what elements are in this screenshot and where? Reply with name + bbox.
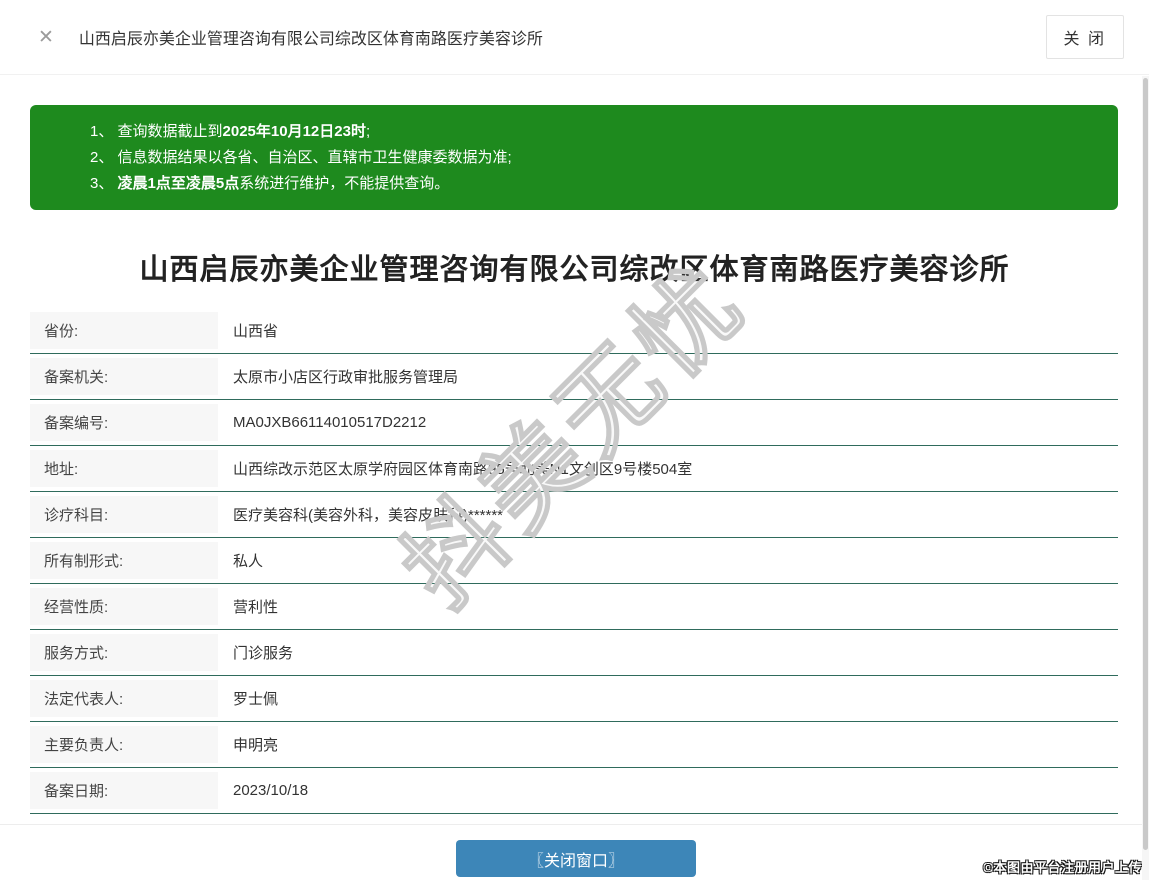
row-label: 经营性质: [30,588,218,625]
row-value: 罗士佩 [233,691,279,708]
row-value: 医疗美容科(美容外科，美容皮肤科)****** [233,507,504,524]
dialog-window: ✕ 山西启辰亦美企业管理咨询有限公司综改区体育南路医疗美容诊所 关 闭 1、 查… [0,0,1149,880]
table-row: 法定代表人: 罗士佩 [30,676,1118,722]
table-row: 主要负责人: 申明亮 [30,722,1118,768]
notice-text: 1、 查询数据截止到 [90,123,223,140]
row-label: 主要负责人: [30,726,218,763]
scrollbar-thumb[interactable] [1143,78,1148,850]
row-label: 诊疗科目: [30,496,218,533]
notice-text: ; [365,123,371,140]
page-title: 山西启辰亦美企业管理咨询有限公司综改区体育南路医疗美容诊所 [139,254,1010,286]
table-row: 省份: 山西省 [30,308,1118,354]
panel-divider [0,824,1149,825]
table-row: 备案日期: 2023/10/18 [30,768,1118,814]
detail-table: 省份: 山西省 备案机关: 太原市小店区行政审批服务管理局 备案编号: MA0J… [30,308,1118,814]
notice-banner: 1、 查询数据截止到2025年10月12日23时; 2、 信息数据结果以各省、自… [30,105,1118,210]
dialog-title-bar: ✕ 山西启辰亦美企业管理咨询有限公司综改区体育南路医疗美容诊所 关 闭 [0,0,1149,75]
notice-line: 3、 凌晨1点至凌晨5点系统进行维护，不能提供查询。 [90,171,1098,197]
row-label: 省份: [30,312,218,349]
row-value: 山西综改示范区太原学府园区体育南路95号北美N1文创区9号楼504室 [233,461,693,478]
close-button[interactable]: 关 闭 [1045,15,1124,59]
notice-line: 1、 查询数据截止到2025年10月12日23时; [90,119,1098,145]
row-label: 所有制形式: [30,542,218,579]
scrollbar-track[interactable] [1142,76,1149,880]
row-value: 山西省 [233,323,279,340]
row-value: 私人 [233,553,264,570]
row-value: 太原市小店区行政审批服务管理局 [233,369,459,386]
table-row: 备案编号: MA0JXB66114010517D2212 [30,400,1118,446]
notice-text: 2、 信息数据结果以各省、自治区、直辖市卫生健康委数据为准; [90,149,512,166]
row-value: 申明亮 [233,737,279,754]
close-window-button[interactable]: 〖关闭窗口〗 [456,840,696,877]
copyright-notice: ©本图由平台注册用户上传 [983,860,1142,875]
row-label: 法定代表人: [30,680,218,717]
table-row: 所有制形式: 私人 [30,538,1118,584]
row-label: 备案机关: [30,358,218,395]
row-value: MA0JXB66114010517D2212 [233,414,427,431]
dialog-title: 山西启辰亦美企业管理咨询有限公司综改区体育南路医疗美容诊所 [78,31,543,48]
notice-text: 3、 [90,175,118,192]
row-label: 地址: [30,450,218,487]
notice-text: 系统进行维护，不能提供查询。 [239,175,450,192]
table-row: 诊疗科目: 医疗美容科(美容外科，美容皮肤科)****** [30,492,1118,538]
table-row: 地址: 山西综改示范区太原学府园区体育南路95号北美N1文创区9号楼504室 [30,446,1118,492]
row-value: 门诊服务 [233,645,294,662]
notice-line: 2、 信息数据结果以各省、自治区、直辖市卫生健康委数据为准; [90,145,1098,171]
notice-text-bold: 凌晨1点至凌晨5点 [117,175,240,192]
row-value: 营利性 [233,599,279,616]
row-label: 备案日期: [30,772,218,809]
table-row: 服务方式: 门诊服务 [30,630,1118,676]
row-label: 备案编号: [30,404,218,441]
close-x-icon[interactable]: ✕ [38,28,54,47]
notice-text-bold: 2025年10月12日23时 [222,123,366,140]
table-row: 备案机关: 太原市小店区行政审批服务管理局 [30,354,1118,400]
row-value: 2023/10/18 [233,782,309,799]
table-row: 经营性质: 营利性 [30,584,1118,630]
row-label: 服务方式: [30,634,218,671]
